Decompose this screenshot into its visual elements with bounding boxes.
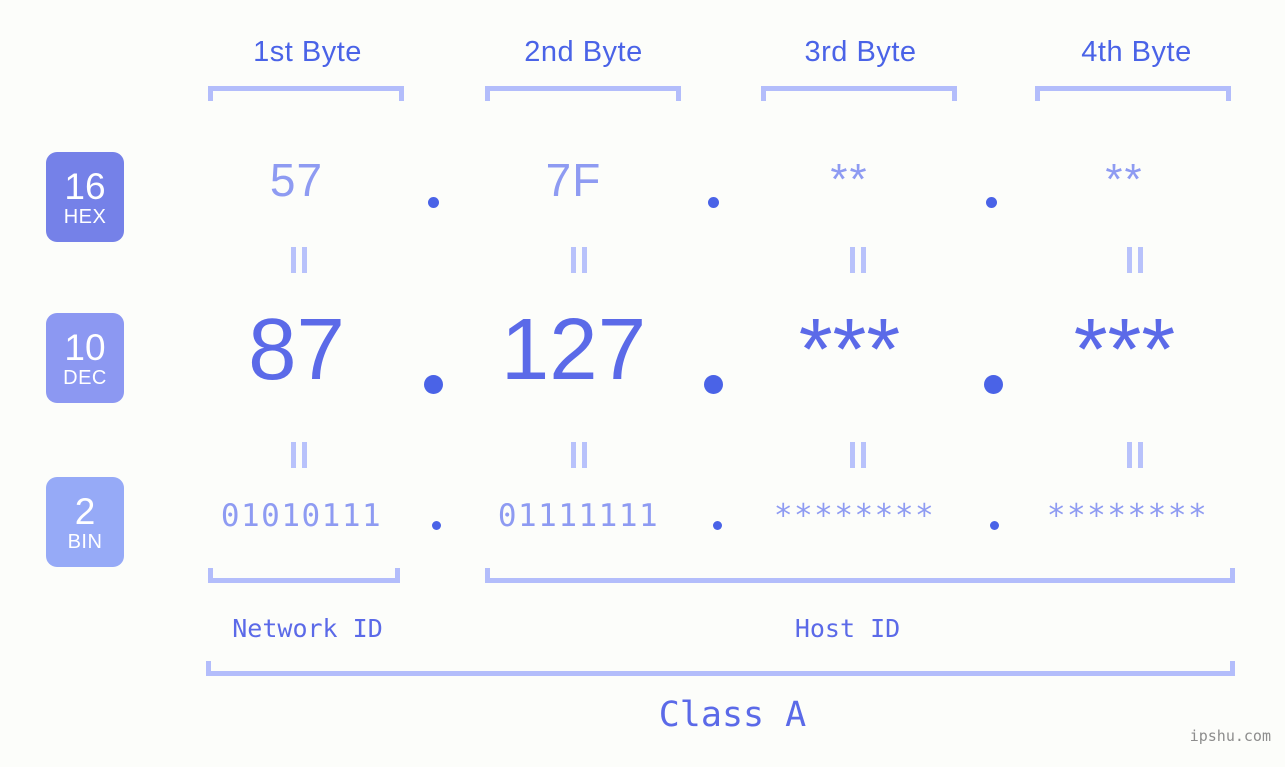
bin-dot-separator-3 <box>990 521 999 530</box>
hex-byte-4: ** <box>1105 155 1144 204</box>
dec-dot-separator-2 <box>704 375 723 394</box>
byte-header-label-2: 2nd Byte <box>524 36 643 68</box>
radix-badge-dec-number: 10 <box>64 326 106 368</box>
network-id-label: Network ID <box>232 614 383 643</box>
equality-bars-hex-dec-3 <box>847 247 869 273</box>
equality-bars-hex-dec-2 <box>568 247 590 273</box>
dec-byte-1: 87 <box>248 301 345 398</box>
radix-badge-dec-word: DEC <box>63 366 107 389</box>
ip-class-bracket <box>206 661 1235 676</box>
ip-byte-breakdown-diagram: 1st Byte 2nd Byte 3rd Byte 4th Byte 16 H… <box>0 0 1285 767</box>
bin-byte-2: 01111111 <box>497 498 660 534</box>
dec-dot-separator-3 <box>984 375 1003 394</box>
radix-badge-bin-word: BIN <box>67 530 103 553</box>
equality-bars-dec-bin-1 <box>288 442 310 468</box>
hex-dot-separator-3 <box>986 197 997 208</box>
radix-badge-hex-number: 16 <box>64 165 106 207</box>
bin-byte-3: ******** <box>773 498 936 534</box>
radix-badge-hex: 16 HEX <box>46 152 124 242</box>
host-id-bracket <box>485 568 1235 583</box>
byte-bracket-4 <box>1035 86 1231 101</box>
dec-byte-3: *** <box>798 301 901 398</box>
hex-dot-separator-2 <box>708 197 719 208</box>
radix-badge-dec: 10 DEC <box>46 313 124 403</box>
bin-byte-4: ******** <box>1046 498 1209 534</box>
dec-dot-separator-1 <box>424 375 443 394</box>
radix-badge-bin: 2 BIN <box>46 477 124 567</box>
equality-bars-dec-bin-3 <box>847 442 869 468</box>
equality-bars-dec-bin-2 <box>568 442 590 468</box>
equality-bars-dec-bin-4 <box>1124 442 1146 468</box>
dec-byte-4: *** <box>1073 301 1176 398</box>
host-id-label: Host ID <box>794 614 901 643</box>
byte-bracket-2 <box>485 86 681 101</box>
dec-byte-2: 127 <box>500 301 647 398</box>
byte-header-label-4: 4th Byte <box>1081 36 1192 68</box>
site-watermark: ipshu.com <box>1189 727 1271 745</box>
bin-byte-1: 01010111 <box>220 498 383 534</box>
bin-dot-separator-1 <box>432 521 441 530</box>
equality-bars-hex-dec-1 <box>288 247 310 273</box>
hex-dot-separator-1 <box>428 197 439 208</box>
ip-class-label: Class A <box>658 695 807 735</box>
byte-bracket-3 <box>761 86 957 101</box>
network-id-bracket <box>208 568 400 583</box>
equality-bars-hex-dec-4 <box>1124 247 1146 273</box>
radix-badge-hex-word: HEX <box>63 205 107 228</box>
hex-byte-2: 7F <box>545 154 602 206</box>
byte-header-label-3: 3rd Byte <box>804 36 917 68</box>
byte-bracket-1 <box>208 86 404 101</box>
hex-byte-1: 57 <box>269 154 324 206</box>
hex-byte-3: ** <box>830 155 869 204</box>
bin-dot-separator-2 <box>713 521 722 530</box>
radix-badge-bin-number: 2 <box>74 490 96 532</box>
byte-header-label-1: 1st Byte <box>253 36 362 68</box>
